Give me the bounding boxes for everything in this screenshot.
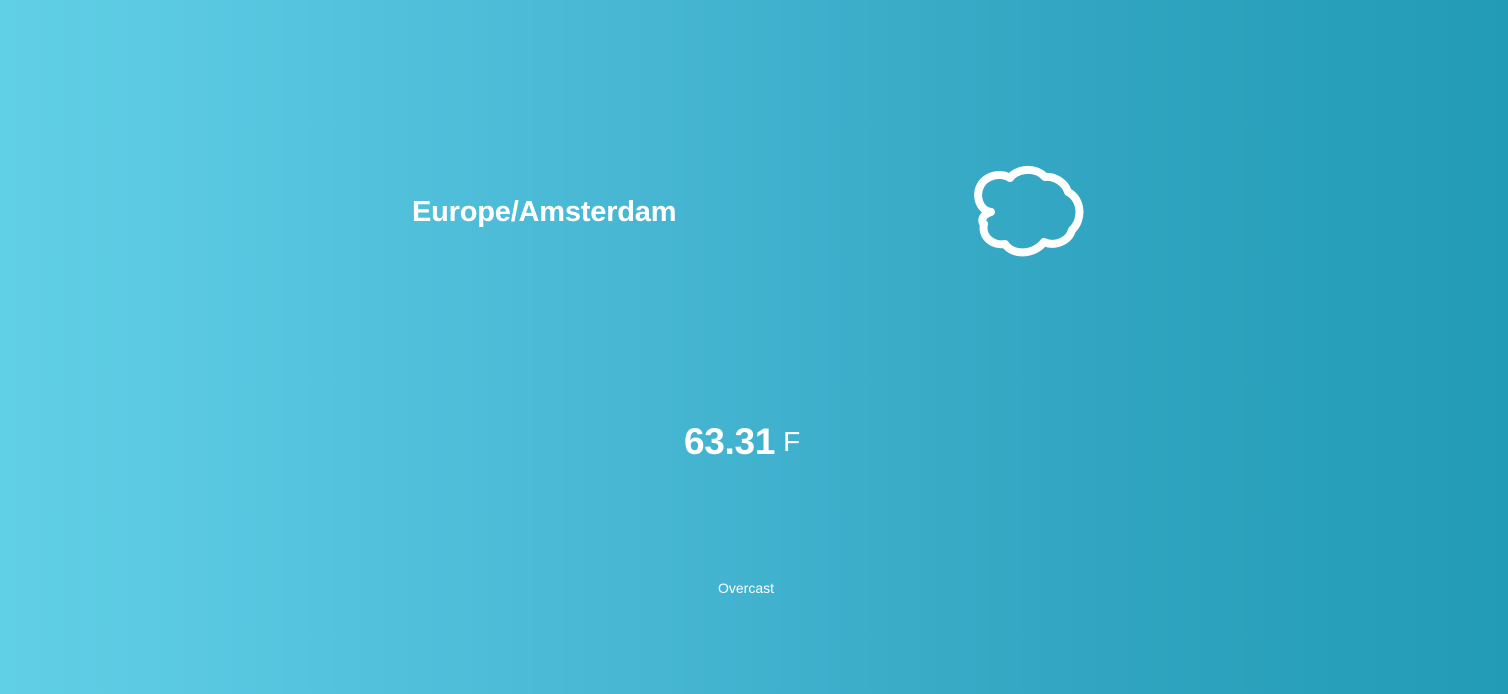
temperature-unit: F xyxy=(783,426,801,457)
temperature-display: 63.31 F xyxy=(684,420,800,472)
weather-description: Overcast xyxy=(718,580,775,596)
temperature-value: 63.31 xyxy=(684,421,776,462)
weather-screen: Europe/Amsterdam 63.31 F Overcast xyxy=(0,0,1508,694)
location-name: Europe/Amsterdam xyxy=(412,196,677,228)
cloud-icon xyxy=(966,164,1086,264)
